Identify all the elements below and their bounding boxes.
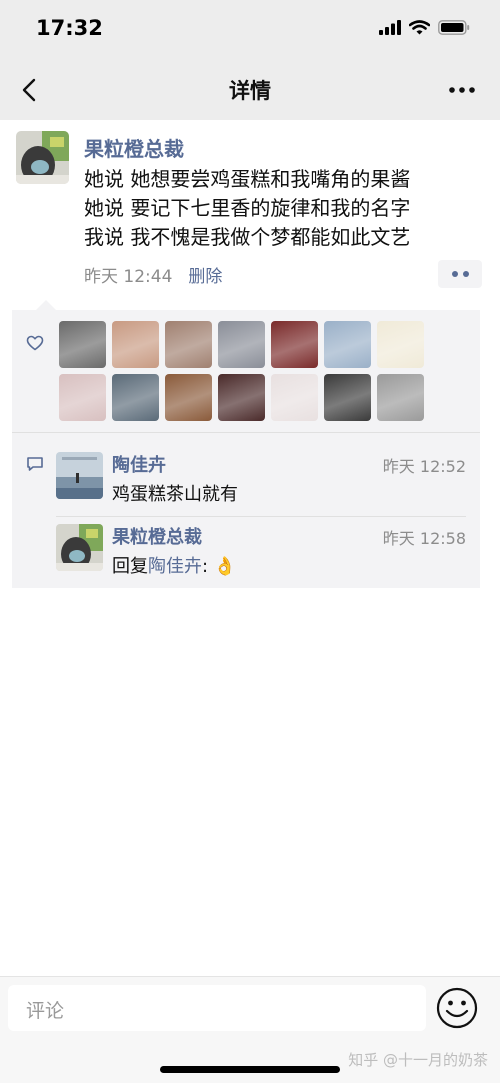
comment-text: 回复陶佳卉: 👌	[112, 552, 236, 578]
liker-avatar[interactable]	[112, 321, 159, 368]
emoji-icon[interactable]	[436, 987, 478, 1029]
comment-item[interactable]: 果粒橙总裁 昨天 12:58 回复陶佳卉: 👌	[56, 523, 466, 577]
panel-arrow	[36, 300, 56, 310]
reply-target-name[interactable]: 陶佳卉	[148, 556, 202, 577]
liker-avatar[interactable]	[324, 321, 371, 368]
post-line: 她说 要记下七里香的旋律和我的名字	[84, 196, 411, 220]
liker-avatar[interactable]	[112, 374, 159, 421]
post-time: 昨天 12:44	[84, 267, 173, 287]
liker-avatar[interactable]	[59, 321, 106, 368]
home-indicator	[160, 1066, 340, 1073]
status-icons	[379, 20, 470, 35]
post-text: 她说 她想要尝鸡蛋糕和我嘴角的果酱 她说 要记下七里香的旋律和我的名字 我说 我…	[84, 165, 410, 252]
delete-button[interactable]: 删除	[188, 262, 222, 287]
commenter-name[interactable]: 果粒橙总裁	[112, 523, 202, 549]
nav-bar: 详情	[0, 60, 500, 120]
likes-grid	[59, 321, 424, 421]
post-avatar[interactable]	[16, 131, 69, 184]
liker-avatar[interactable]	[59, 374, 106, 421]
post-meta: 昨天 12:44 删除	[84, 262, 222, 287]
comment-icon	[27, 457, 43, 471]
watermark: 知乎 @十一月的奶茶	[348, 1051, 488, 1069]
liker-avatar[interactable]	[165, 321, 212, 368]
more-icon	[449, 87, 475, 93]
post-action-button[interactable]	[438, 260, 482, 288]
liker-avatar[interactable]	[271, 374, 318, 421]
commenter-avatar[interactable]	[56, 524, 103, 571]
liker-avatar[interactable]	[218, 321, 265, 368]
reply-suffix: : 👌	[202, 556, 237, 577]
heart-icon	[26, 335, 44, 351]
post-line: 她说 她想要尝鸡蛋糕和我嘴角的果酱	[84, 167, 411, 191]
status-time: 17:32	[36, 16, 103, 40]
liker-avatar[interactable]	[377, 321, 424, 368]
dot-icon	[462, 271, 469, 277]
reply-prefix: 回复	[112, 556, 148, 577]
status-bar: 17:32	[0, 0, 500, 60]
liker-avatar[interactable]	[377, 374, 424, 421]
comment-text: 鸡蛋糕茶山就有	[112, 484, 238, 505]
liker-avatar[interactable]	[324, 374, 371, 421]
interaction-panel: 陶佳卉 昨天 12:52 鸡蛋糕茶山就有 果粒橙总裁 昨天 12:58 回复陶佳…	[12, 300, 480, 588]
dot-icon	[451, 271, 458, 277]
comment-time: 昨天 12:52	[382, 457, 466, 476]
more-button[interactable]	[446, 78, 478, 102]
divider	[12, 432, 480, 433]
page-title: 详情	[229, 79, 271, 103]
comment-divider	[56, 516, 466, 517]
comment-input-placeholder: 评论	[26, 1000, 65, 1022]
commenter-avatar[interactable]	[56, 452, 103, 499]
comment-item[interactable]: 陶佳卉 昨天 12:52 鸡蛋糕茶山就有	[56, 451, 466, 505]
comment-time: 昨天 12:58	[382, 529, 466, 548]
liker-avatar[interactable]	[271, 321, 318, 368]
post-line: 我说 我不愧是我做个梦都能如此文艺	[84, 225, 411, 249]
comment-input-bar: 评论 知乎 @十一月的奶茶	[0, 976, 500, 1083]
liker-avatar[interactable]	[165, 374, 212, 421]
comment-input[interactable]: 评论	[8, 985, 426, 1031]
post-author[interactable]: 果粒橙总裁	[84, 133, 184, 162]
commenter-name[interactable]: 陶佳卉	[112, 451, 166, 477]
battery-icon	[438, 20, 470, 35]
wifi-icon	[409, 20, 430, 35]
liker-avatar[interactable]	[218, 374, 265, 421]
signal-icon	[379, 20, 401, 35]
